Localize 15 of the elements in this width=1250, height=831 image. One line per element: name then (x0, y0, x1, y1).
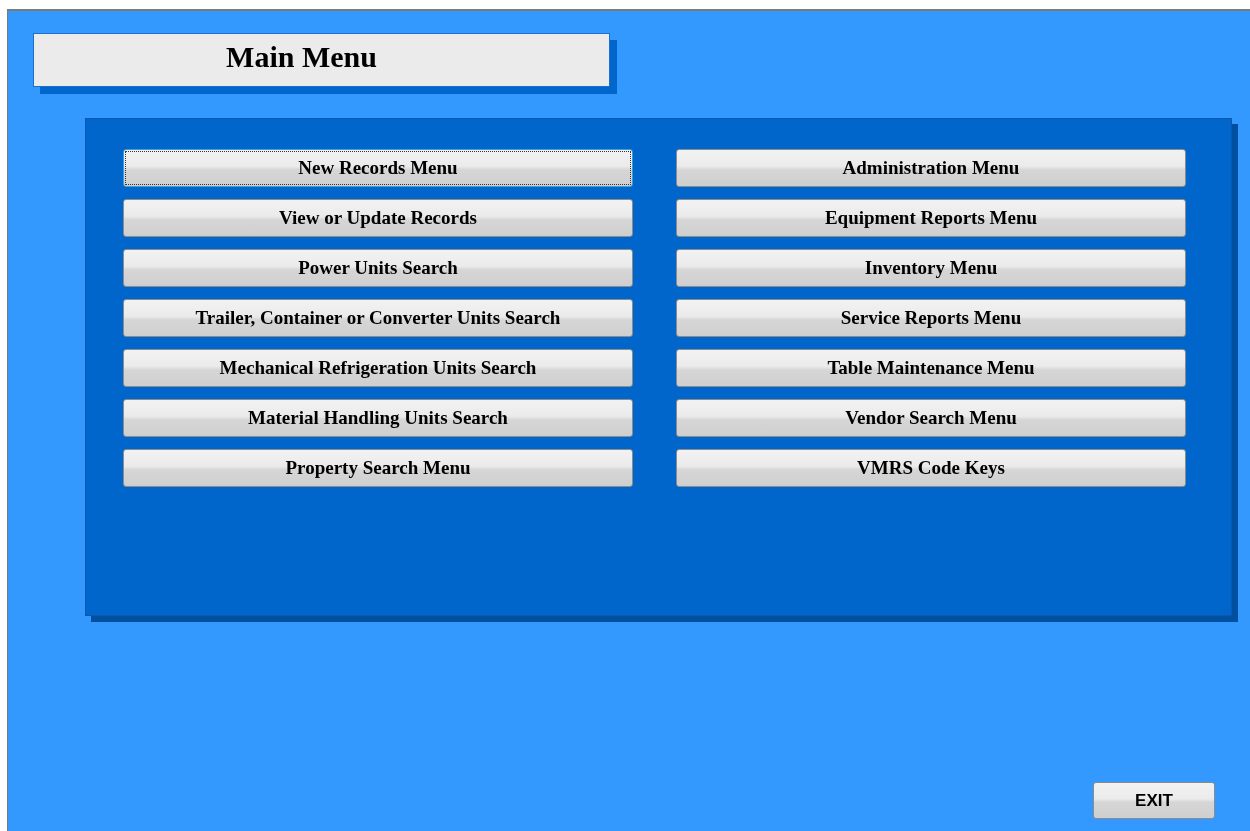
menu-button[interactable]: Mechanical Refrigeration Units Search (123, 349, 633, 387)
menu-button[interactable]: Service Reports Menu (676, 299, 1186, 337)
menu-button[interactable]: Table Maintenance Menu (676, 349, 1186, 387)
menu-button[interactable]: Trailer, Container or Converter Units Search (123, 299, 633, 337)
menu-button[interactable]: Equipment Reports Menu (676, 199, 1186, 237)
exit-button[interactable]: EXIT (1093, 782, 1215, 819)
menu-button[interactable]: Administration Menu (676, 149, 1186, 187)
menu-button[interactable]: Inventory Menu (676, 249, 1186, 287)
menu-button[interactable]: VMRS Code Keys (676, 449, 1186, 487)
menu-button[interactable]: Vendor Search Menu (676, 399, 1186, 437)
menu-button[interactable]: Material Handling Units Search (123, 399, 633, 437)
menu-button[interactable]: View or Update Records (123, 199, 633, 237)
menu-button[interactable]: Property Search Menu (123, 449, 633, 487)
menu-button[interactable]: New Records Menu (123, 149, 633, 187)
menu-button[interactable]: Power Units Search (123, 249, 633, 287)
